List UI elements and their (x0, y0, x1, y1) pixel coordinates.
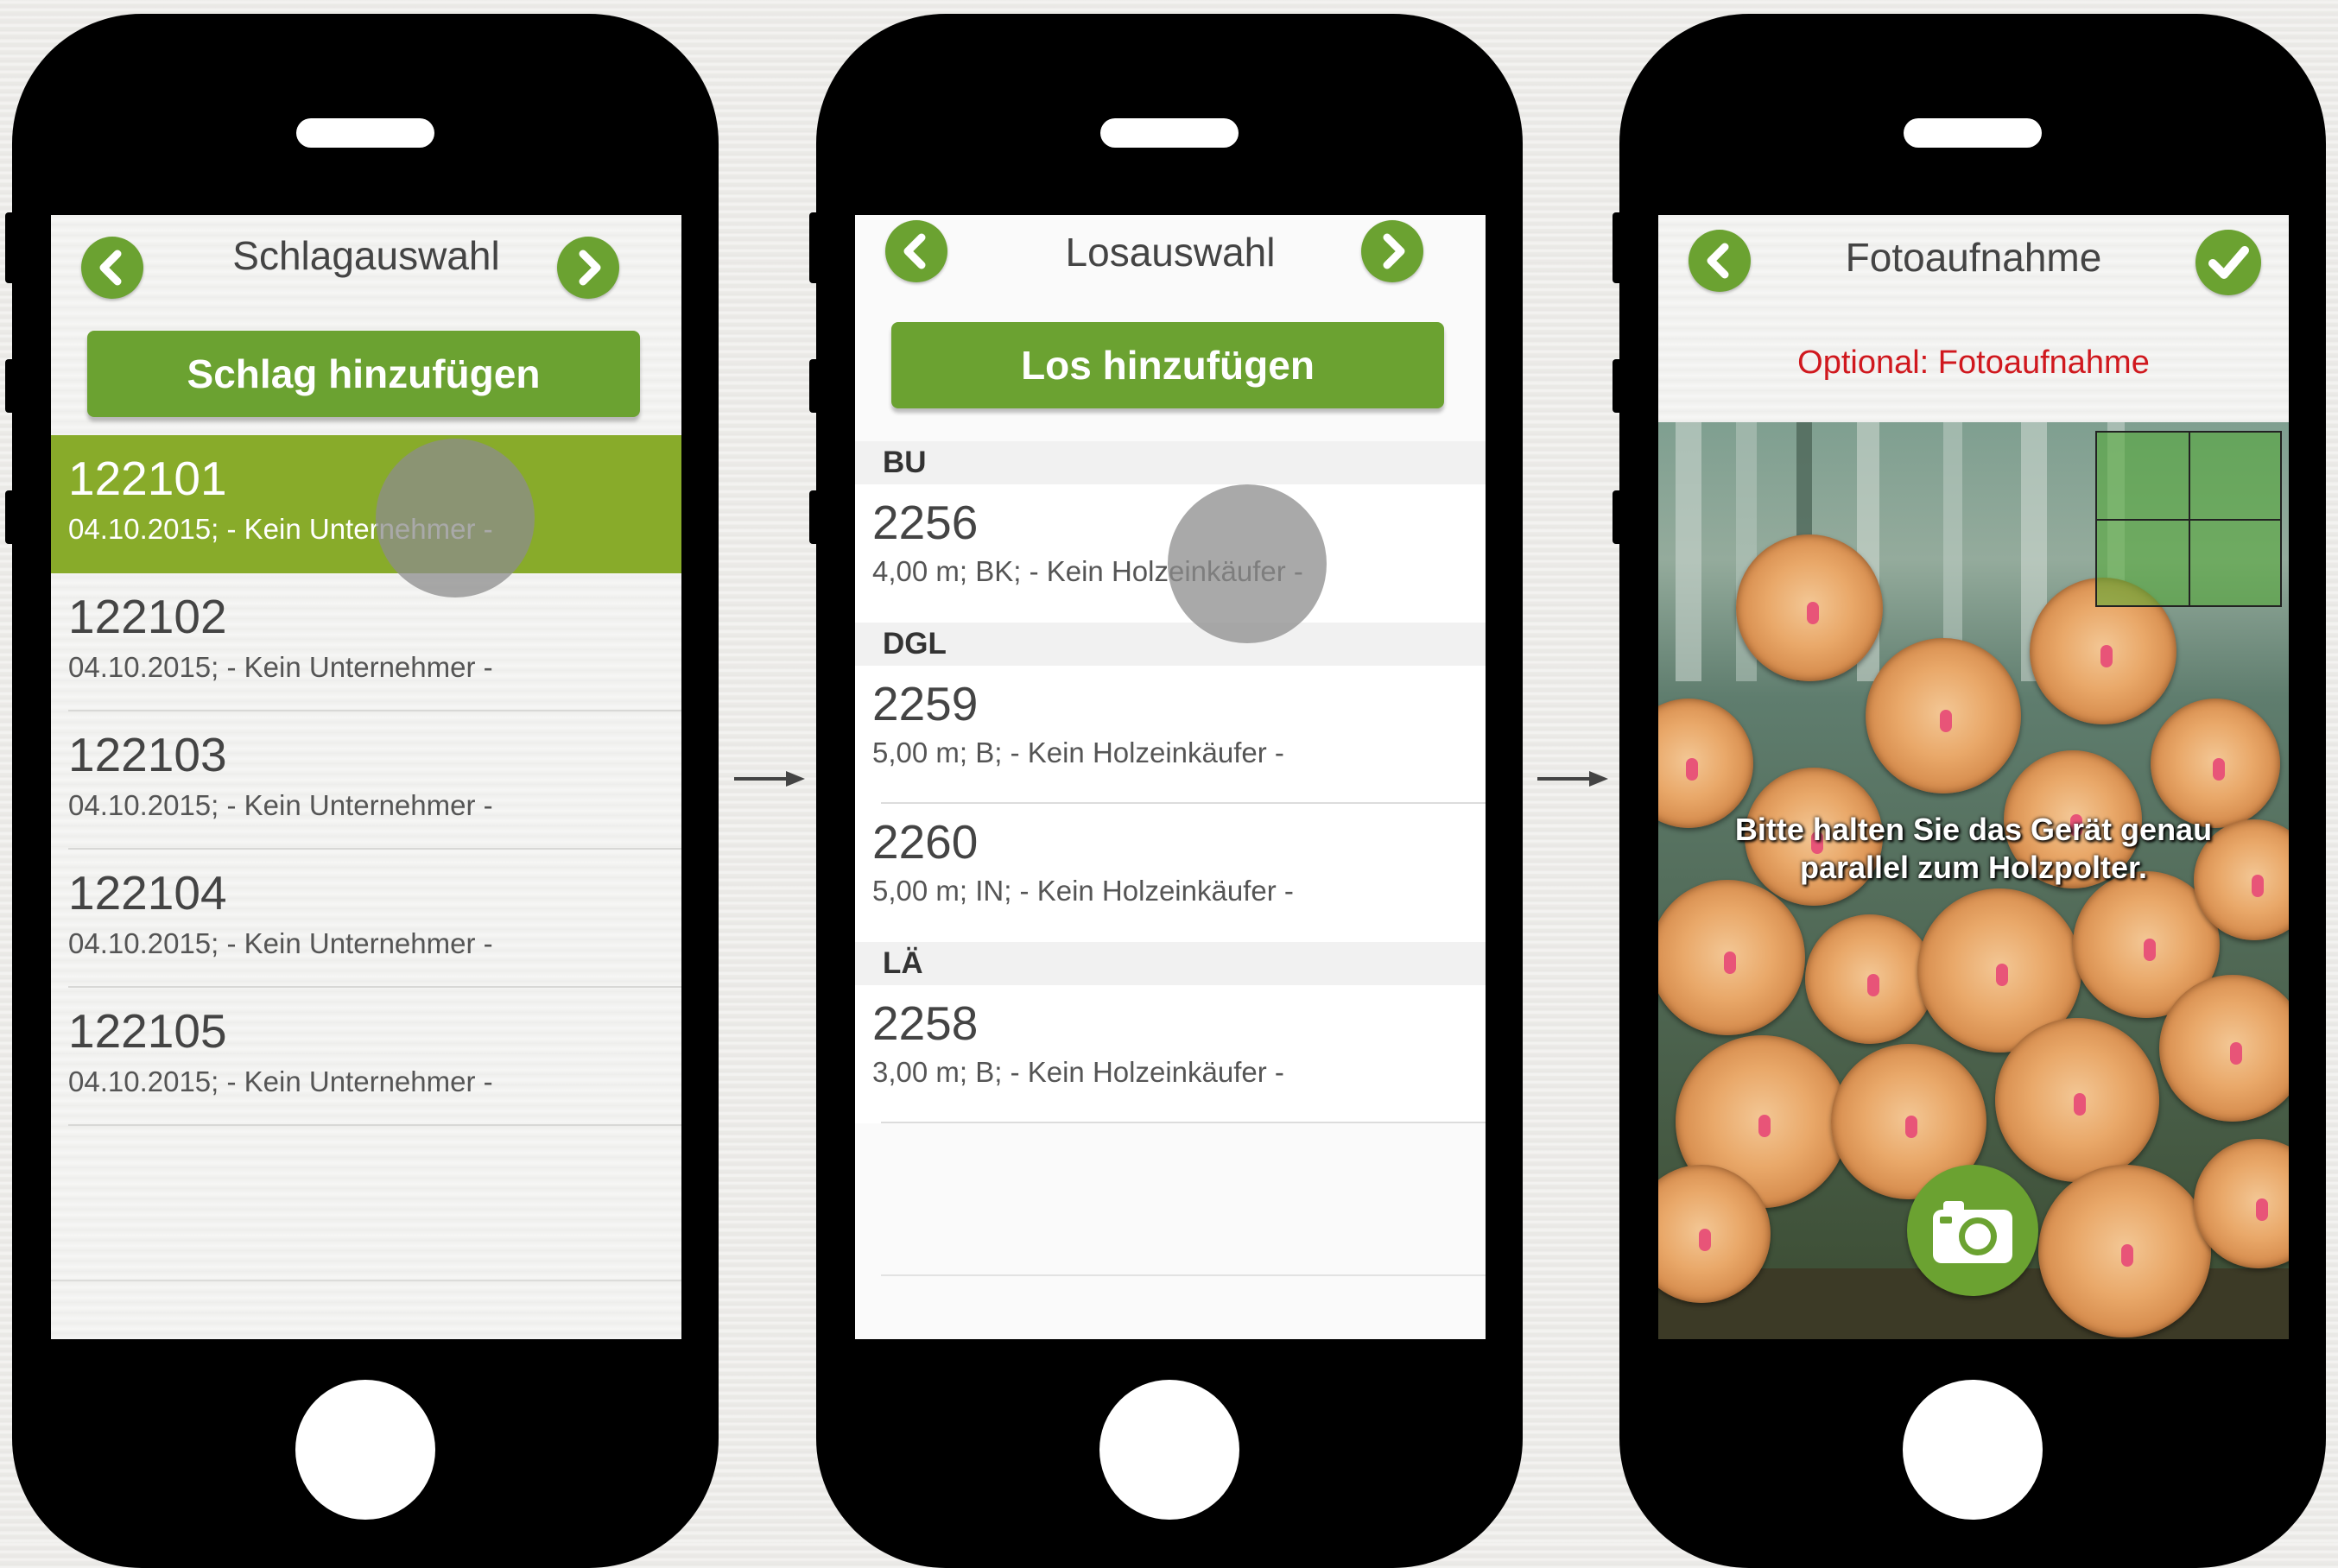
arrow-right-icon (1537, 771, 1608, 787)
navbar: Schlagauswahl (51, 215, 681, 301)
side-button (1613, 490, 1625, 544)
section-title: DGL (883, 627, 947, 661)
confirm-button[interactable] (2195, 230, 2261, 295)
item-number: 2256 (872, 496, 979, 549)
item-detail: 04.10.2015; - Kein Unternehmer - (68, 789, 493, 821)
navbar: Losauswahl (855, 215, 1486, 301)
log-end (1805, 914, 1935, 1044)
capture-button[interactable] (1907, 1165, 2038, 1296)
page-title: Fotoaufnahme (1845, 235, 2102, 280)
list-item[interactable]: 122103 04.10.2015; - Kein Unternehmer - (51, 711, 681, 850)
list-item-selected[interactable]: 122101 04.10.2015; - Kein Unternehmer - (51, 435, 681, 573)
item-number: 122105 (68, 1004, 227, 1058)
forward-button[interactable] (557, 237, 619, 299)
log-end (1995, 1018, 2159, 1182)
grid-line (2097, 519, 2280, 521)
camera-icon (1933, 1201, 2012, 1263)
divider (881, 1122, 1486, 1123)
phone-frame-2: Losauswahl Los hinzufügen BU 2256 4,00 m… (809, 14, 1523, 1568)
side-button (1613, 212, 1625, 283)
side-button (809, 359, 821, 413)
log-end (1866, 638, 2021, 793)
screen-schlagauswahl: Schlagauswahl Schlag hinzufügen 122101 0… (51, 215, 681, 1339)
divider (68, 1124, 681, 1126)
screen-fotoaufnahme: Fotoaufnahme Optional: Fotoaufnahme Bitt… (1658, 215, 2289, 1339)
section-title: BU (883, 446, 927, 479)
item-detail: 5,00 m; B; - Kein Holzeinkäufer - (872, 737, 1284, 768)
list-item[interactable]: 2260 5,00 m; IN; - Kein Holzeinkäufer - (855, 804, 1486, 942)
list-item[interactable]: 2258 3,00 m; B; - Kein Holzeinkäufer - (855, 985, 1486, 1123)
alignment-instruction: Bitte halten Sie das Gerät genau paralle… (1658, 811, 2289, 887)
list-item[interactable]: 2259 5,00 m; B; - Kein Holzeinkäufer - (855, 666, 1486, 804)
camera-viewfinder[interactable]: Bitte halten Sie das Gerät genau paralle… (1658, 422, 2289, 1339)
add-schlag-button[interactable]: Schlag hinzufügen (87, 331, 640, 417)
log-end (1658, 880, 1805, 1035)
home-button[interactable] (1099, 1380, 1239, 1520)
arrow-right-icon (734, 771, 805, 787)
side-button (5, 212, 17, 283)
optional-label: Optional: Fotoaufnahme (1797, 345, 2150, 381)
list-item[interactable]: 122102 04.10.2015; - Kein Unternehmer - (51, 573, 681, 711)
tree-trunk (1676, 422, 1701, 681)
item-detail: 04.10.2015; - Kein Unternehmer - (68, 927, 493, 959)
speaker-grille (296, 118, 434, 148)
log-end (2159, 975, 2289, 1122)
item-number: 122102 (68, 590, 227, 643)
item-detail: 04.10.2015; - Kein Unternehmer - (68, 1065, 493, 1097)
log-end (2038, 1165, 2211, 1337)
touch-indicator (376, 439, 535, 597)
side-button (809, 490, 821, 544)
side-button (1613, 359, 1625, 413)
log-end (1658, 699, 1753, 828)
item-number: 2259 (872, 677, 979, 730)
item-number: 122103 (68, 728, 227, 781)
divider (881, 1274, 1486, 1276)
item-number: 122101 (68, 452, 227, 505)
log-end (1736, 534, 1883, 681)
add-los-button[interactable]: Los hinzufügen (891, 322, 1444, 408)
phone-frame-1: Schlagauswahl Schlag hinzufügen 122101 0… (5, 14, 719, 1568)
speaker-grille (1904, 118, 2042, 148)
item-detail: 5,00 m; IN; - Kein Holzeinkäufer - (872, 875, 1294, 907)
screen-losauswahl: Losauswahl Los hinzufügen BU 2256 4,00 m… (855, 215, 1486, 1339)
section-title: LÄ (883, 946, 923, 980)
chevron-right-icon (1383, 233, 1405, 269)
section-header: BU (855, 441, 1486, 484)
home-button[interactable] (295, 1380, 435, 1520)
item-number: 2260 (872, 815, 979, 869)
touch-indicator (1168, 484, 1327, 643)
list-item[interactable]: 122104 04.10.2015; - Kein Unternehmer - (51, 850, 681, 988)
side-button (809, 212, 821, 283)
phone-frame-3: Fotoaufnahme Optional: Fotoaufnahme Bitt… (1613, 14, 2326, 1568)
alignment-grid (2095, 431, 2282, 607)
log-end (2151, 699, 2280, 828)
section-header: DGL (855, 623, 1486, 666)
navbar: Fotoaufnahme (1658, 215, 2289, 301)
checkmark-icon (2208, 246, 2249, 279)
item-number: 122104 (68, 866, 227, 920)
side-button (5, 490, 17, 544)
forward-button[interactable] (1361, 220, 1423, 282)
list-item[interactable]: 122105 04.10.2015; - Kein Unternehmer - (51, 988, 681, 1126)
item-detail: 04.10.2015; - Kein Unternehmer - (68, 651, 493, 683)
home-button[interactable] (1903, 1380, 2043, 1520)
item-detail: 3,00 m; B; - Kein Holzeinkäufer - (872, 1056, 1284, 1088)
divider (51, 1280, 681, 1281)
side-button (5, 359, 17, 413)
instruction-line: parallel zum Holzpolter. (1799, 850, 2148, 885)
speaker-grille (1100, 118, 1239, 148)
slide-canvas: { "screens": [ { "title": "Schlagauswahl… (0, 0, 2338, 1568)
section-header: LÄ (855, 942, 1486, 985)
instruction-line: Bitte halten Sie das Gerät genau (1734, 812, 2213, 847)
chevron-right-icon (579, 250, 601, 286)
item-number: 2258 (872, 996, 979, 1050)
